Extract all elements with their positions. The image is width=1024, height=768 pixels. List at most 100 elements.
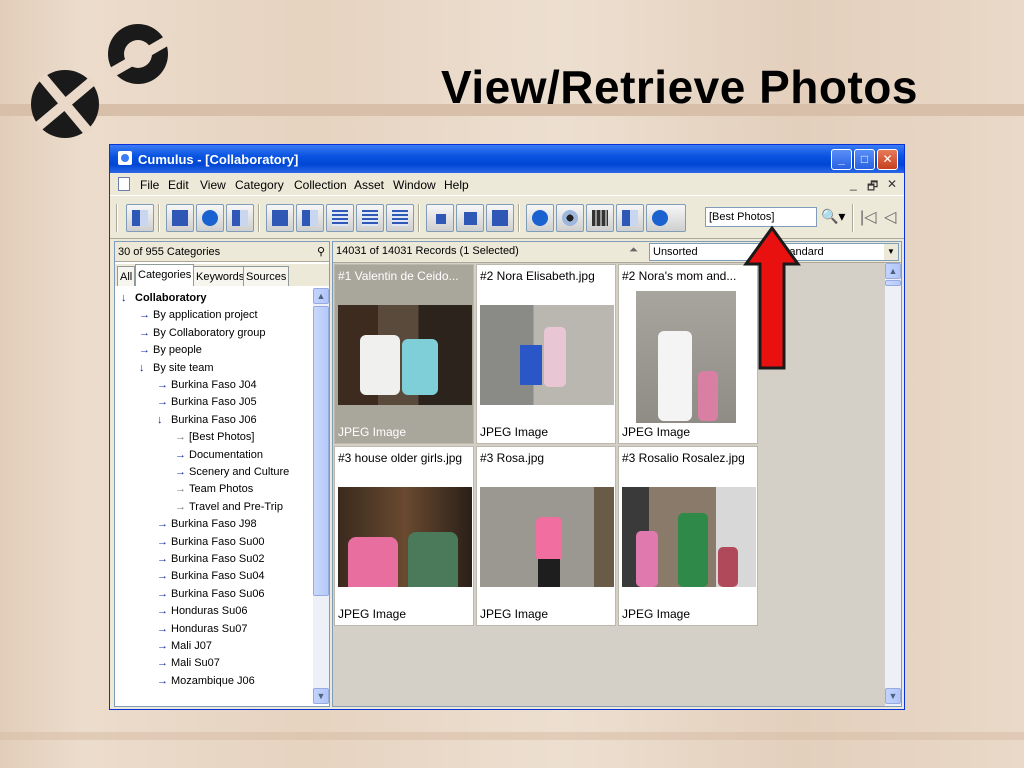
view-details-icon[interactable] xyxy=(386,204,414,232)
maximize-button[interactable]: □ xyxy=(854,149,875,170)
tab-keywords[interactable]: Keywords xyxy=(193,266,248,286)
tab-all[interactable]: All xyxy=(117,266,136,286)
tab-sources[interactable]: Sources xyxy=(243,266,290,286)
arrow-right-icon[interactable]: → xyxy=(157,603,171,620)
tree-item[interactable]: → Burkina Faso J98 xyxy=(157,516,257,533)
tree-item[interactable]: → By Collaboratory group xyxy=(139,325,266,342)
arrow-right-icon[interactable]: → xyxy=(157,516,171,533)
trash-icon[interactable] xyxy=(226,204,254,232)
size-medium-icon[interactable] xyxy=(456,204,484,232)
tree-item[interactable]: → Burkina Faso Su02 xyxy=(157,551,265,568)
tree-item[interactable]: → Honduras Su06 xyxy=(157,603,247,620)
tab-categories[interactable]: Categories xyxy=(135,264,195,286)
document-icon[interactable] xyxy=(118,177,130,191)
arrow-right-icon[interactable]: → xyxy=(139,325,153,342)
arrow-down-icon[interactable]: ↓ xyxy=(157,412,171,429)
view-grid-icon[interactable] xyxy=(296,204,324,232)
window-titlebar[interactable]: Cumulus - [Collaboratory] _ □ ✕ xyxy=(110,145,904,173)
tree-item[interactable]: → Burkina Faso J04 xyxy=(157,377,257,394)
slideshow-film-icon[interactable] xyxy=(586,204,614,232)
arrow-right-icon[interactable]: → xyxy=(175,499,189,516)
tree-item[interactable]: → Team Photos xyxy=(175,481,253,498)
tree-item[interactable]: → Burkina Faso Su06 xyxy=(157,586,265,603)
preview-eye-icon[interactable] xyxy=(556,204,584,232)
arrow-right-icon[interactable]: → xyxy=(175,429,189,446)
tree-item[interactable]: → By application project xyxy=(139,307,258,324)
tree-item[interactable]: → Burkina Faso Su00 xyxy=(157,534,265,551)
tree-item[interactable]: → Burkina Faso J05 xyxy=(157,394,257,411)
menu-window[interactable]: Window xyxy=(393,178,436,192)
arrow-right-icon[interactable]: → xyxy=(157,655,171,672)
arrow-right-icon[interactable]: → xyxy=(175,481,189,498)
tree-item[interactable]: → Honduras Su07 xyxy=(157,621,247,638)
tree-item[interactable]: ↓ Collaboratory xyxy=(121,290,207,307)
scroll-down-icon[interactable]: ▼ xyxy=(885,688,901,704)
menu-help[interactable]: Help xyxy=(444,178,469,192)
categories-scrollbar[interactable]: ▲ ▼ xyxy=(313,288,329,704)
collection-icon[interactable] xyxy=(196,204,224,232)
minimize-button[interactable]: _ xyxy=(831,149,852,170)
arrow-right-icon[interactable]: → xyxy=(157,586,171,603)
menu-edit[interactable]: Edit xyxy=(168,178,189,192)
record-cell[interactable]: #3 Rosa.jpg JPEG Image xyxy=(476,446,616,626)
record-cell[interactable]: #2 Nora's mom and... JPEG Image xyxy=(618,264,758,444)
info-icon[interactable] xyxy=(526,204,554,232)
tree-item[interactable]: → By people xyxy=(139,342,202,359)
catalog-icon[interactable] xyxy=(166,204,194,232)
tree-item[interactable]: → Burkina Faso Su04 xyxy=(157,568,265,585)
size-small-icon[interactable] xyxy=(426,204,454,232)
menu-file[interactable]: File xyxy=(140,178,159,192)
tree-item[interactable]: → Documentation xyxy=(175,447,263,464)
arrow-right-icon[interactable]: → xyxy=(157,534,171,551)
record-cell[interactable]: #3 house older girls.jpg JPEG Image xyxy=(334,446,474,626)
view-thumbnail-icon[interactable] xyxy=(266,204,294,232)
size-large-icon[interactable] xyxy=(486,204,514,232)
records-scrollbar[interactable]: ▲ ▼ xyxy=(885,263,901,706)
previous-record-icon[interactable]: ◁ xyxy=(884,207,896,227)
arrow-right-icon[interactable]: → xyxy=(157,377,171,394)
scroll-down-icon[interactable]: ▼ xyxy=(313,688,329,704)
sort-direction-icon[interactable]: ⏶ xyxy=(629,244,638,257)
tree-item[interactable]: → Scenery and Culture xyxy=(175,464,289,481)
tree-item[interactable]: → Mali Su07 xyxy=(157,655,220,672)
view-columns-icon[interactable] xyxy=(356,204,384,232)
menu-collection[interactable]: Collection xyxy=(294,178,347,192)
tree-item[interactable]: → Mozambique J06 xyxy=(157,673,255,690)
arrow-right-icon[interactable]: → xyxy=(175,447,189,464)
scroll-up-icon[interactable]: ▲ xyxy=(885,263,901,279)
arrow-right-icon[interactable]: → xyxy=(139,342,153,359)
scroll-up-icon[interactable]: ▲ xyxy=(313,288,329,304)
record-cell[interactable]: #1 Valentin de Ceido... JPEG Image xyxy=(334,264,474,444)
sync-icon[interactable] xyxy=(126,204,154,232)
tree-item[interactable]: ↓ Burkina Faso J06 xyxy=(157,412,257,429)
tree-item[interactable]: → [Best Photos] xyxy=(175,429,254,446)
mdi-minimize-button[interactable]: _ xyxy=(850,177,857,191)
arrow-right-icon[interactable]: → xyxy=(157,568,171,585)
tree-item[interactable]: → Travel and Pre-Trip xyxy=(175,499,283,516)
close-button[interactable]: ✕ xyxy=(877,149,898,170)
view-list-icon[interactable] xyxy=(326,204,354,232)
find-icon[interactable] xyxy=(646,204,686,232)
arrow-down-icon[interactable]: ↓ xyxy=(121,290,135,307)
menu-category[interactable]: Category xyxy=(235,178,284,192)
arrow-down-icon[interactable]: ↓ xyxy=(139,360,153,377)
arrow-right-icon[interactable]: → xyxy=(157,394,171,411)
first-record-icon[interactable]: |◁ xyxy=(860,207,876,227)
arrow-right-icon[interactable]: → xyxy=(139,307,153,324)
arrow-right-icon[interactable]: → xyxy=(157,638,171,655)
scroll-thumb[interactable] xyxy=(885,280,901,286)
arrow-right-icon[interactable]: → xyxy=(175,464,189,481)
search-icon[interactable]: 🔍▾ xyxy=(821,208,845,225)
record-cell[interactable]: #2 Nora Elisabeth.jpg JPEG Image xyxy=(476,264,616,444)
arrow-right-icon[interactable]: → xyxy=(157,673,171,690)
pointer-icon[interactable] xyxy=(616,204,644,232)
tree-item[interactable]: → Mali J07 xyxy=(157,638,212,655)
scroll-thumb[interactable] xyxy=(313,306,329,596)
categories-menu-icon[interactable]: ⚲ xyxy=(317,242,325,262)
arrow-right-icon[interactable]: → xyxy=(157,551,171,568)
tree-item[interactable]: ↓ By site team xyxy=(139,360,214,377)
mdi-close-button[interactable]: ✕ xyxy=(887,177,897,191)
menu-view[interactable]: View xyxy=(200,178,226,192)
record-cell[interactable]: #3 Rosalio Rosalez.jpg JPEG Image xyxy=(618,446,758,626)
menu-asset[interactable]: Asset xyxy=(354,178,384,192)
